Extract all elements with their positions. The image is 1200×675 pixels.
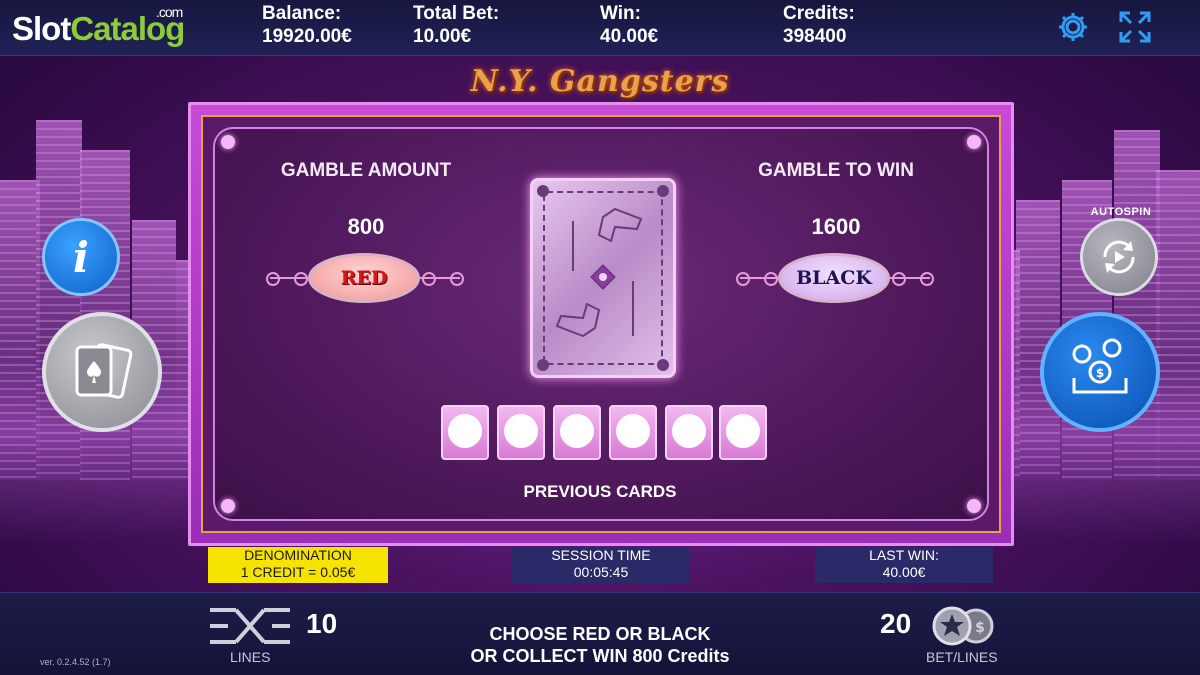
total-bet-label: Total Bet:	[413, 3, 500, 24]
win-label: Win:	[600, 3, 641, 24]
last-win-title: LAST WIN:	[869, 547, 939, 563]
denomination-title: DENOMINATION	[244, 547, 352, 563]
status-message: CHOOSE RED OR BLACK OR COLLECT WIN 800 C…	[440, 623, 760, 667]
bet-chips-icon[interactable]: $	[928, 605, 998, 647]
info-icon: i	[73, 232, 89, 282]
previous-card-slot	[609, 405, 657, 460]
previous-card-slot	[497, 405, 545, 460]
playing-cards-icon	[75, 343, 133, 399]
collect-button[interactable]: $	[1040, 312, 1160, 432]
session-time-title: SESSION TIME	[551, 547, 651, 563]
flourish-ornament	[890, 272, 934, 286]
credits-display: Credits: 398400	[783, 2, 855, 48]
corner-ornament	[967, 135, 981, 149]
red-button[interactable]: RED	[308, 253, 420, 303]
game-title: N.Y. Gangsters	[470, 64, 730, 99]
autospin-button[interactable]	[1080, 218, 1158, 296]
card-corner-dot	[537, 359, 549, 371]
last-win-value: 40.00€	[882, 564, 926, 580]
black-button[interactable]: BLACK	[778, 253, 890, 303]
revolver-icon	[555, 207, 643, 338]
slotcatalog-logo: SlotCatalog .com	[12, 4, 185, 47]
gamble-amount-label: GAMBLE AMOUNT	[280, 160, 452, 181]
autospin-label: AUTOSPIN	[1090, 206, 1152, 218]
lines-label: LINES	[230, 649, 271, 665]
lines-icon[interactable]	[206, 606, 294, 646]
collect-chips-icon: $	[1072, 338, 1128, 394]
card-corner-dot	[657, 185, 669, 197]
total-bet-value: 10.00€	[413, 26, 472, 47]
version-text: ver. 0.2.4.52 (1.7)	[40, 657, 111, 667]
denomination-value: 1 CREDIT = 0.05€	[240, 564, 356, 580]
previous-cards-label: PREVIOUS CARDS	[523, 482, 677, 501]
balance-value: 19920.00€	[262, 26, 352, 47]
corner-ornament	[221, 135, 235, 149]
corner-ornament	[221, 499, 235, 513]
status-message-line1: CHOOSE RED OR BLACK	[489, 624, 711, 644]
gamble-cards-button[interactable]	[42, 312, 162, 432]
session-time-value: 00:05:45	[573, 564, 629, 580]
status-message-line2: OR COLLECT WIN 800 Credits	[470, 646, 730, 666]
balance-label: Balance:	[262, 3, 342, 24]
flourish-ornament	[266, 272, 310, 286]
top-bar: SlotCatalog .com Balance: 19920.00€ Tota…	[0, 0, 1200, 56]
card-corner-dot	[537, 185, 549, 197]
gamble-to-win-label: GAMBLE TO WIN	[758, 160, 914, 181]
previous-card-slot	[553, 405, 601, 460]
bet-lines-value: 20	[880, 608, 912, 639]
last-win-box: LAST WIN: 40.00€	[815, 547, 993, 583]
previous-card-slot	[719, 405, 767, 460]
bet-lines-label: BET/LINES	[926, 649, 998, 665]
previous-card-slot	[441, 405, 489, 460]
gear-icon[interactable]	[1056, 10, 1090, 44]
gamble-card-back	[530, 178, 676, 378]
denomination-box[interactable]: DENOMINATION 1 CREDIT = 0.05€	[208, 547, 388, 583]
win-display: Win: 40.00€	[600, 2, 658, 48]
credits-label: Credits:	[783, 3, 855, 24]
corner-ornament	[967, 499, 981, 513]
flourish-ornament	[420, 272, 464, 286]
total-bet-display: Total Bet: 10.00€	[413, 2, 499, 48]
gamble-amount-value: 800	[347, 214, 385, 239]
gamble-to-win-value: 1600	[811, 214, 861, 239]
session-time-box: SESSION TIME 00:05:45	[512, 547, 690, 583]
win-value: 40.00€	[600, 26, 659, 47]
info-button[interactable]: i	[42, 218, 120, 296]
balance-display: Balance: 19920.00€	[262, 2, 352, 48]
flourish-ornament	[736, 272, 780, 286]
lines-value: 10	[306, 608, 338, 639]
previous-card-slot	[665, 405, 713, 460]
fullscreen-icon[interactable]	[1118, 10, 1152, 44]
autospin-icon	[1103, 240, 1135, 274]
credits-value: 398400	[783, 26, 847, 47]
card-corner-dot	[657, 359, 669, 371]
svg-text:$: $	[1096, 366, 1104, 380]
svg-text:$: $	[975, 620, 985, 636]
